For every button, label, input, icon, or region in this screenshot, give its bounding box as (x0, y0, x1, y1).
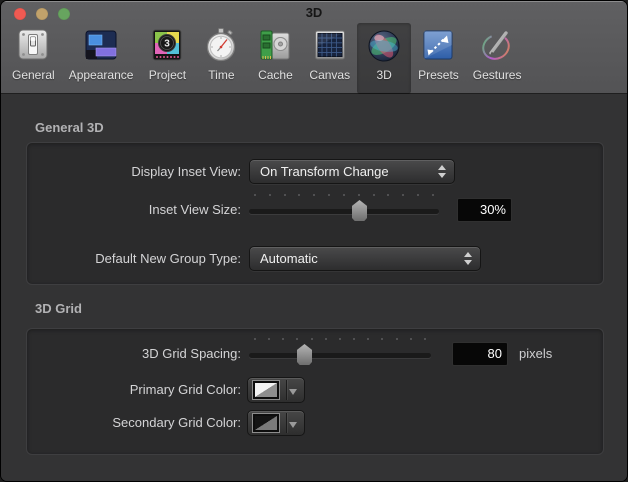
toolbar-item-appearance[interactable]: Appearance (62, 23, 141, 94)
preferences-content: General 3D Display Inset View: On Transf… (1, 94, 627, 481)
toolbar-item-canvas[interactable]: Canvas (302, 23, 357, 94)
toolbar-label: Canvas (309, 68, 351, 82)
toolbar-item-3d[interactable]: 3D (357, 23, 412, 94)
appearance-icon (85, 30, 117, 60)
resize-arrow-icon (423, 30, 453, 60)
primary-grid-color-well[interactable] (247, 377, 305, 403)
pen-circle-icon (482, 31, 510, 60)
inset-view-size-field[interactable]: 30% (457, 198, 512, 222)
popup-value: Automatic (260, 251, 318, 266)
inset-view-size-slider[interactable] (249, 194, 439, 224)
toolbar-label: Cache (258, 68, 293, 82)
toolbar-label: Gestures (472, 68, 522, 82)
divider (286, 380, 287, 400)
svg-text:3: 3 (165, 39, 171, 50)
popup-value: On Transform Change (260, 164, 389, 179)
toolbar-label: Appearance (68, 68, 134, 82)
toolbar-label: Presets (418, 68, 459, 82)
secondary-grid-color-label: Secondary Grid Color: (112, 415, 241, 430)
popup-arrows-icon (463, 251, 472, 266)
light-switch-icon (18, 29, 48, 60)
toolbar-label: Time (208, 68, 235, 82)
toolbar-item-cache[interactable]: Cache (248, 23, 302, 94)
color-swatch (252, 413, 280, 433)
grid-spacing-slider[interactable] (249, 338, 431, 368)
slider-track[interactable] (249, 209, 439, 214)
popup-arrows-icon (437, 164, 446, 179)
grid-spacing-unit: pixels (519, 346, 553, 361)
grid-canvas-icon (314, 30, 345, 60)
toolbar-item-gestures[interactable]: Gestures (466, 23, 529, 94)
general-3d-group: Display Inset View: On Transform Change … (26, 142, 604, 285)
toolbar-item-presets[interactable]: Presets (411, 23, 466, 94)
inset-view-size-label: Inset View Size: (148, 202, 241, 217)
window-title: 3D (305, 5, 323, 20)
toolbar-item-project[interactable]: 3 Project (140, 23, 194, 94)
section-heading-3d-grid: 3D Grid (35, 301, 82, 316)
slider-ticks (254, 338, 426, 340)
slider-ticks (254, 194, 434, 196)
grid-spacing-field[interactable]: 80 (452, 342, 508, 366)
memory-disk-icon (260, 30, 290, 60)
display-inset-view-popup[interactable]: On Transform Change (249, 159, 455, 184)
sphere-3d-icon (368, 30, 400, 62)
secondary-grid-color-well[interactable] (247, 410, 305, 436)
window-header: 3D General Appearance 3 Project Time Cac… (1, 1, 627, 94)
divider (286, 413, 287, 433)
toolbar-label: 3D (376, 68, 392, 82)
slider-thumb[interactable] (352, 200, 367, 221)
chevron-down-icon (289, 389, 297, 395)
toolbar-item-general[interactable]: General (5, 23, 62, 94)
titlebar[interactable]: 3D (1, 1, 627, 23)
slider-thumb[interactable] (297, 344, 312, 365)
chevron-down-icon (289, 422, 297, 428)
slider-track[interactable] (249, 353, 431, 358)
toolbar-label: Project (148, 68, 187, 82)
toolbar-item-time[interactable]: Time (194, 23, 248, 94)
default-new-group-type-label: Default New Group Type: (95, 251, 241, 266)
display-inset-view-label: Display Inset View: (131, 164, 241, 179)
countdown-icon: 3 (152, 29, 182, 61)
preferences-window: 3D General Appearance 3 Project Time Cac… (0, 0, 628, 482)
section-heading-general-3d: General 3D (35, 120, 104, 135)
primary-grid-color-label: Primary Grid Color: (129, 382, 241, 397)
preferences-toolbar: General Appearance 3 Project Time Cache … (1, 23, 627, 94)
toolbar-label: General (12, 68, 55, 82)
grid-spacing-label: 3D Grid Spacing: (142, 346, 241, 361)
default-new-group-type-popup[interactable]: Automatic (249, 246, 481, 271)
stopwatch-icon (207, 28, 236, 62)
grid-3d-group: 3D Grid Spacing: 80 pixels Primary Grid … (26, 328, 604, 455)
color-swatch (252, 380, 280, 400)
